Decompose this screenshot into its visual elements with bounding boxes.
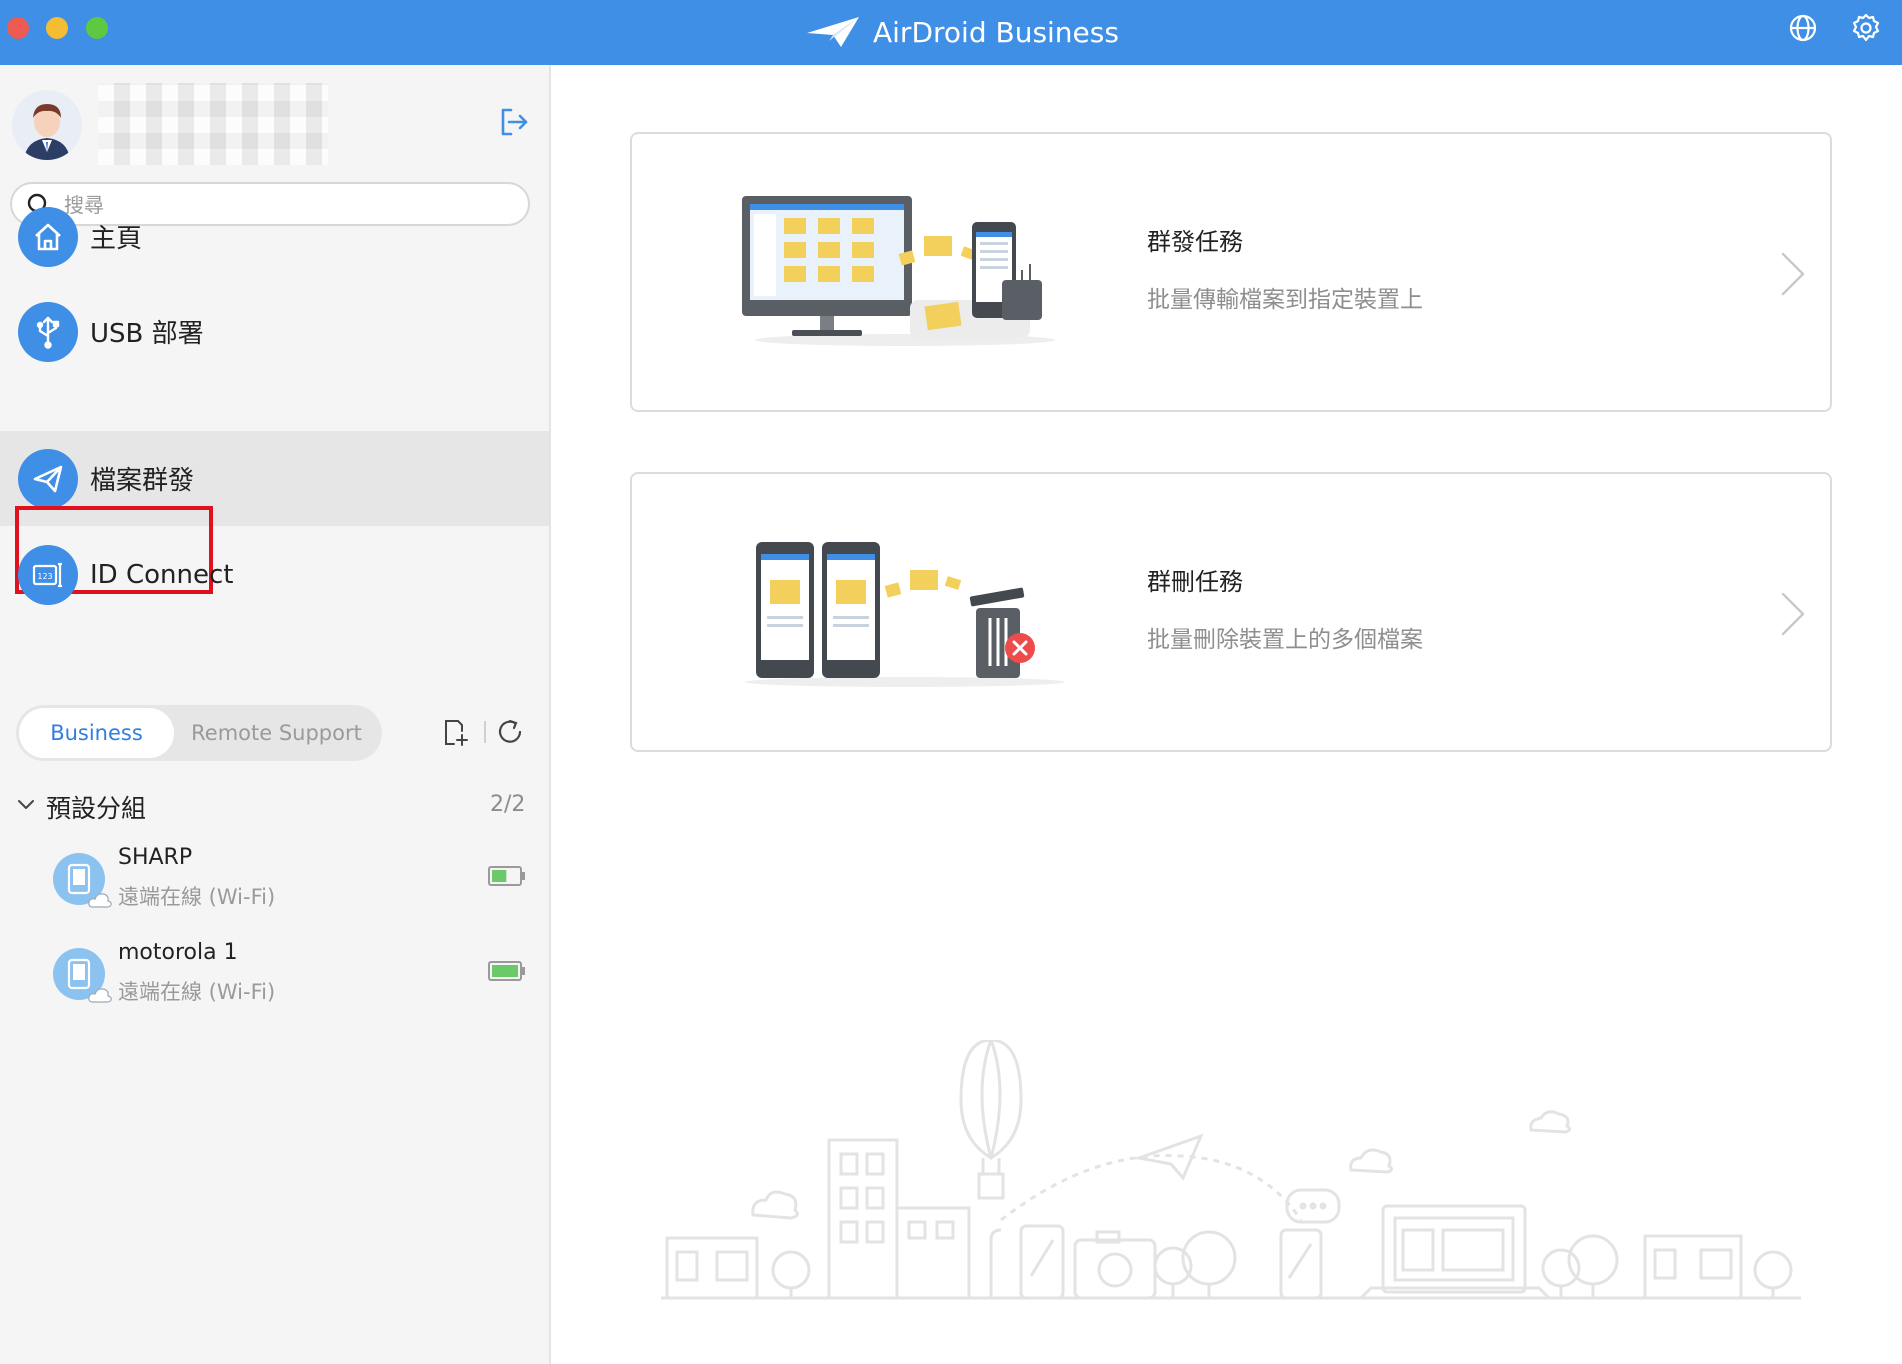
device-type-segmented-control: Business Remote Support — [16, 705, 382, 761]
chevron-right-icon — [1781, 252, 1805, 296]
cloud-icon — [88, 988, 112, 1003]
usb-icon — [18, 301, 78, 362]
refresh-icon[interactable] — [495, 717, 525, 747]
nav-item-home[interactable]: 主頁 — [0, 189, 549, 284]
chevron-down-icon[interactable] — [16, 795, 36, 815]
chevron-right-icon — [1781, 592, 1805, 636]
airdroid-logo-icon — [807, 17, 859, 47]
zoom-window-button[interactable] — [86, 17, 108, 39]
card-title: 群刪任務 — [1147, 568, 1243, 596]
card-title: 群發任務 — [1147, 228, 1243, 256]
nav-label-usb-deploy: USB 部署 — [90, 319, 204, 349]
nav-item-usb-deploy[interactable]: USB 部署 — [0, 284, 549, 379]
card-description: 批量刪除裝置上的多個檔案 — [1147, 627, 1423, 653]
avatar[interactable] — [12, 90, 82, 160]
device-item[interactable]: motorola 1 遠端在線 (Wi-Fi) — [0, 936, 549, 1026]
add-device-icon[interactable] — [440, 717, 470, 747]
batch-transfer-card[interactable]: 群發任務 批量傳輸檔案到指定裝置上 — [630, 132, 1832, 412]
main-content: 群發任務 批量傳輸檔案到指定裝置上 群刪任務 批量刪除裝置上的多個檔案 — [551, 65, 1902, 1364]
cloud-icon — [88, 893, 112, 908]
nav-label-file-transfer: 檔案群發 — [90, 466, 195, 496]
battery-icon — [488, 961, 525, 981]
device-status: 遠端在線 (Wi-Fi) — [118, 885, 276, 909]
card-description: 批量傳輸檔案到指定裝置上 — [1147, 287, 1423, 313]
svg-text:123: 123 — [37, 572, 52, 581]
device-name: SHARP — [118, 845, 193, 870]
id-connect-icon: 123 — [18, 544, 78, 605]
username-redacted — [98, 83, 328, 165]
device-name: motorola 1 — [118, 940, 238, 965]
batch-delete-card[interactable]: 群刪任務 批量刪除裝置上的多個檔案 — [630, 472, 1832, 752]
device-avatar — [53, 853, 112, 908]
nav-label-home: 主頁 — [90, 224, 143, 254]
battery-icon — [488, 866, 525, 886]
group-device-count: 2/2 — [490, 792, 526, 817]
logout-icon[interactable] — [497, 105, 531, 139]
device-avatar — [53, 948, 112, 1003]
minimize-window-button[interactable] — [46, 17, 68, 39]
device-item[interactable]: SHARP 遠端在線 (Wi-Fi) — [0, 841, 549, 931]
app-title: AirDroid Business — [805, 12, 1119, 52]
close-window-button[interactable] — [7, 17, 29, 39]
title-bar: AirDroid Business — [0, 0, 1902, 65]
cityscape-illustration — [661, 1040, 1801, 1300]
toolbar-divider — [484, 721, 486, 743]
nav-item-id-connect[interactable]: 123 ID Connect — [0, 527, 549, 622]
globe-icon[interactable] — [1787, 12, 1819, 44]
segment-business[interactable]: Business — [19, 708, 174, 758]
segment-remote-support[interactable]: Remote Support — [174, 708, 379, 758]
nav-label-id-connect: ID Connect — [90, 559, 234, 590]
gear-icon[interactable] — [1850, 12, 1882, 44]
file-delete-illustration — [745, 542, 1065, 687]
sidebar: 主頁 USB 部署 檔案群發 — [0, 65, 551, 1364]
send-icon — [18, 448, 78, 509]
app-title-text: AirDroid Business — [873, 15, 1119, 49]
device-status: 遠端在線 (Wi-Fi) — [118, 980, 276, 1004]
file-transfer-illustration — [742, 196, 1055, 346]
home-icon — [18, 206, 78, 267]
group-name[interactable]: 預設分組 — [46, 789, 146, 825]
